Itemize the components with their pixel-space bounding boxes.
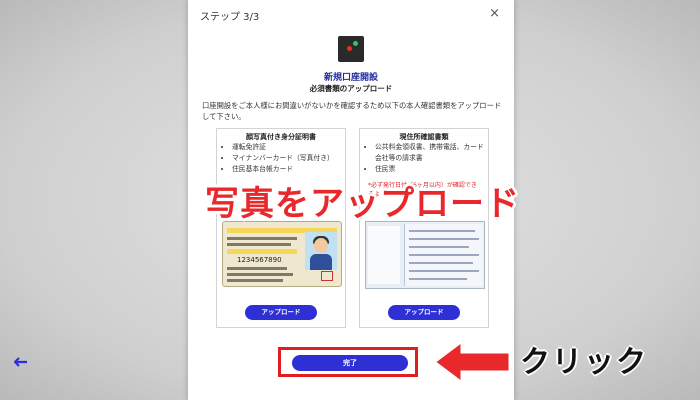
license-line <box>227 237 297 240</box>
bill-line <box>409 230 475 232</box>
address-proof-item: 住民票 <box>375 164 487 175</box>
close-icon[interactable]: × <box>489 6 500 21</box>
logo-green-dot <box>353 41 358 46</box>
license-line <box>227 243 291 246</box>
app-logo-icon <box>338 36 364 62</box>
upload-photo-id-button[interactable]: アップロード <box>245 305 317 320</box>
upload-address-proof-button[interactable]: アップロード <box>388 305 460 320</box>
license-line <box>227 273 293 276</box>
driver-license-illustration: 1234567890 <box>222 221 342 287</box>
license-stamp <box>321 271 333 281</box>
photo-id-item: 運転免許証 <box>232 142 344 153</box>
photo-face <box>314 238 328 253</box>
photo-body <box>310 254 332 270</box>
address-proof-item: 公共料金領収書、携帯電話、カード会社等の請求書 <box>375 142 487 164</box>
photo-id-item: 住民基本台帳カード <box>232 164 344 175</box>
bill-line <box>409 246 469 248</box>
done-button[interactable]: 完了 <box>292 355 408 371</box>
address-proof-heading: 現住所確認書類 <box>399 133 449 141</box>
license-band <box>227 249 297 254</box>
upload-photo-annotation: 写真をアップロード <box>205 184 520 224</box>
bill-envelope <box>368 226 400 284</box>
photo-id-card: 顔写真付き身分証明書 運転免許証 マイナンバーカード（写真付き） 住民基本台帳カ… <box>216 128 346 328</box>
photo-id-list: 運転免許証 マイナンバーカード（写真付き） 住民基本台帳カード <box>223 142 344 175</box>
dialog-description: 口座開設をご本人様にお間違いがないかを確認するため以下の本人確認書類をアップロー… <box>202 101 502 121</box>
license-photo <box>305 232 337 270</box>
bill-line <box>409 270 479 272</box>
bill-line <box>409 254 479 256</box>
bill-paper <box>404 224 483 286</box>
photo-id-item: マイナンバーカード（写真付き） <box>232 153 344 164</box>
license-line <box>227 279 283 282</box>
arrow-left-icon[interactable] <box>13 356 28 370</box>
photo-id-heading: 顔写真付き身分証明書 <box>246 133 316 141</box>
red-arrow-icon <box>432 339 512 385</box>
utility-bill-illustration <box>365 221 485 289</box>
license-line <box>227 267 287 270</box>
address-proof-list: 公共料金領収書、携帯電話、カード会社等の請求書 住民票 <box>366 142 487 175</box>
dialog-title: 新規口座開設 <box>323 73 378 83</box>
dialog-subtitle: 必須書類のアップロード <box>309 84 393 93</box>
step-indicator: ステップ 3/3 <box>200 12 260 23</box>
bill-line <box>409 262 473 264</box>
logo-red-dot <box>347 46 352 51</box>
click-annotation: クリック <box>520 345 648 380</box>
bill-line <box>409 238 479 240</box>
license-number: 1234567890 <box>237 256 282 264</box>
bill-line <box>409 278 467 280</box>
address-proof-card: 現住所確認書類 公共料金領収書、携帯電話、カード会社等の請求書 住民票 *必ず発… <box>359 128 489 328</box>
